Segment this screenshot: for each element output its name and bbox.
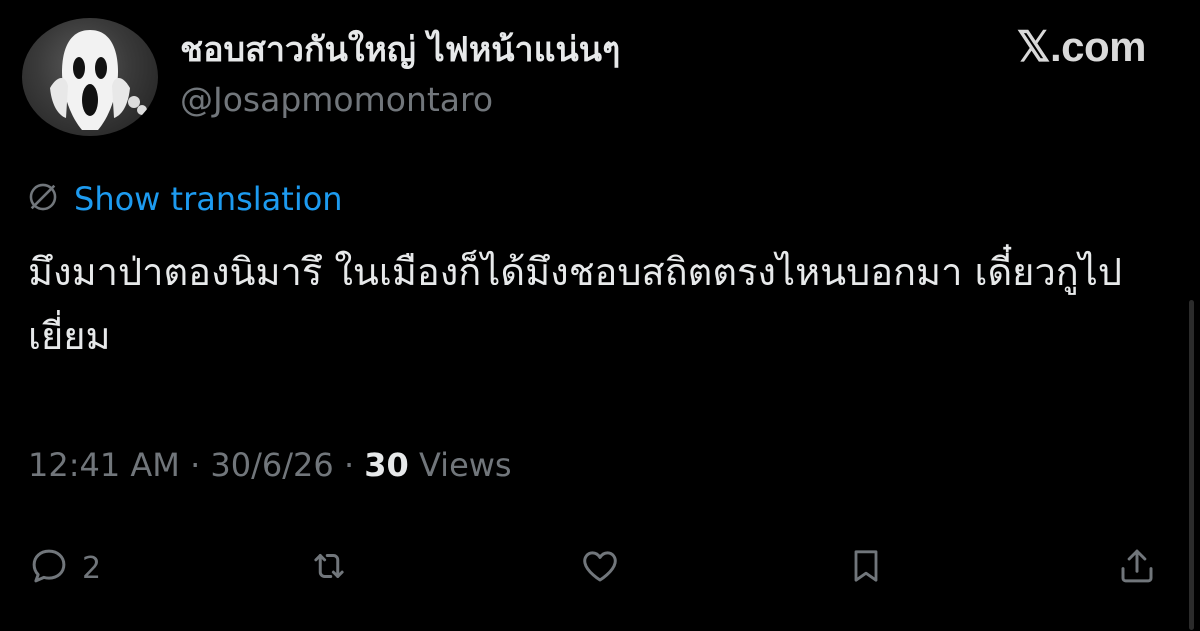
author-display-name[interactable]: ชอบสาวกันใหญ่ ไฟหน้าแน่นๆ bbox=[180, 22, 620, 76]
repost-button[interactable] bbox=[306, 540, 352, 596]
author-handle[interactable]: @Josapmomontaro bbox=[180, 80, 493, 119]
meta-separator: · bbox=[333, 446, 365, 484]
ghostface-mask-avatar-icon bbox=[50, 30, 147, 130]
reply-icon bbox=[28, 545, 70, 591]
avatar[interactable] bbox=[22, 18, 158, 136]
meta-separator: · bbox=[179, 446, 211, 484]
tweet-metadata: 12:41 AM · 30/6/26 · 30 Views bbox=[28, 446, 512, 484]
bookmark-button[interactable] bbox=[846, 540, 886, 596]
tweet-text: มึงมาป่าตองนิมารึ ในเมืองก็ได้มึงชอบสถิต… bbox=[28, 250, 1123, 358]
reply-button[interactable]: 2 bbox=[28, 540, 101, 596]
repost-icon bbox=[306, 545, 352, 591]
views-count: 30 bbox=[364, 446, 409, 484]
show-translation-label: Show translation bbox=[74, 180, 343, 218]
brand-label: 𝕏.com bbox=[1016, 22, 1147, 70]
tweet-date[interactable]: 30/6/26 bbox=[210, 446, 333, 484]
scrollbar[interactable] bbox=[1189, 300, 1194, 630]
x-com-watermark: 𝕏.com bbox=[1016, 22, 1147, 70]
bookmark-icon bbox=[846, 544, 886, 592]
globe-icon bbox=[26, 180, 60, 218]
views-label: Views bbox=[408, 446, 512, 484]
heart-icon bbox=[578, 545, 622, 591]
share-icon bbox=[1116, 544, 1158, 592]
show-translation-button[interactable]: Show translation bbox=[26, 178, 343, 220]
tweet-time[interactable]: 12:41 AM bbox=[28, 446, 180, 484]
action-bar: 2 bbox=[0, 540, 1200, 596]
reply-count: 2 bbox=[82, 550, 102, 586]
share-button[interactable] bbox=[1116, 540, 1158, 596]
like-button[interactable] bbox=[578, 540, 622, 596]
